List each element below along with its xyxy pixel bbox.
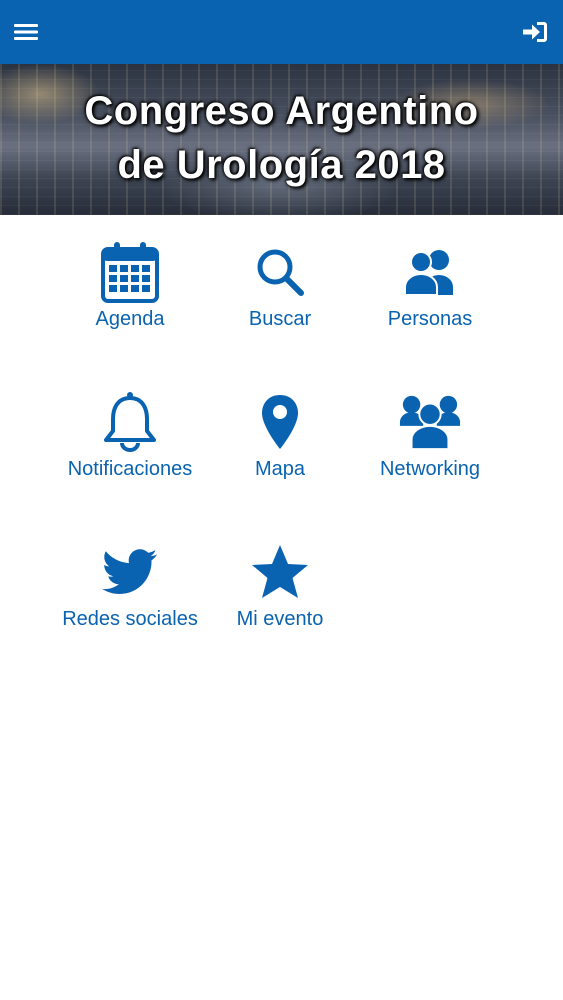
twitter-icon [98,540,162,604]
menu-item-label: Mi evento [236,608,324,630]
calendar-icon [98,240,162,304]
event-banner: Congreso Argentino de Urología 2018 [0,64,563,215]
menu-item-mi-evento[interactable]: Mi evento [205,540,355,650]
menu-item-label: Mapa [254,458,306,480]
map-marker-icon [248,390,312,454]
menu-item-agenda[interactable]: Agenda [55,240,205,350]
menu-item-networking[interactable]: Networking [355,390,505,500]
menu-item-mapa[interactable]: Mapa [205,390,355,500]
banner-title-line-1: Congreso Argentino [84,89,479,133]
login-button[interactable] [519,16,551,48]
menu-item-label: Redes sociales [62,608,198,630]
menu-item-label: Personas [387,308,473,330]
menu-item-notificaciones[interactable]: Notificaciones [55,390,205,500]
menu-item-label: Agenda [95,308,165,330]
sign-in-icon [522,20,548,44]
group-icon [398,390,462,454]
menu-item-label: Notificaciones [67,458,193,480]
bell-icon [98,390,162,454]
menu-item-label: Networking [379,458,481,480]
hamburger-menu-icon [14,22,38,42]
hamburger-menu-button[interactable] [10,16,42,48]
menu-item-personas[interactable]: Personas [355,240,505,350]
top-app-bar [0,0,563,64]
menu-item-redes-sociales[interactable]: Redes sociales [55,540,205,650]
banner-title-line-2: de Urología 2018 [117,143,446,187]
banner-title: Congreso Argentino de Urología 2018 [0,84,563,192]
search-icon [248,240,312,304]
star-icon [248,540,312,604]
menu-item-buscar[interactable]: Buscar [205,240,355,350]
users-icon [398,240,462,304]
menu-item-label: Buscar [248,308,312,330]
